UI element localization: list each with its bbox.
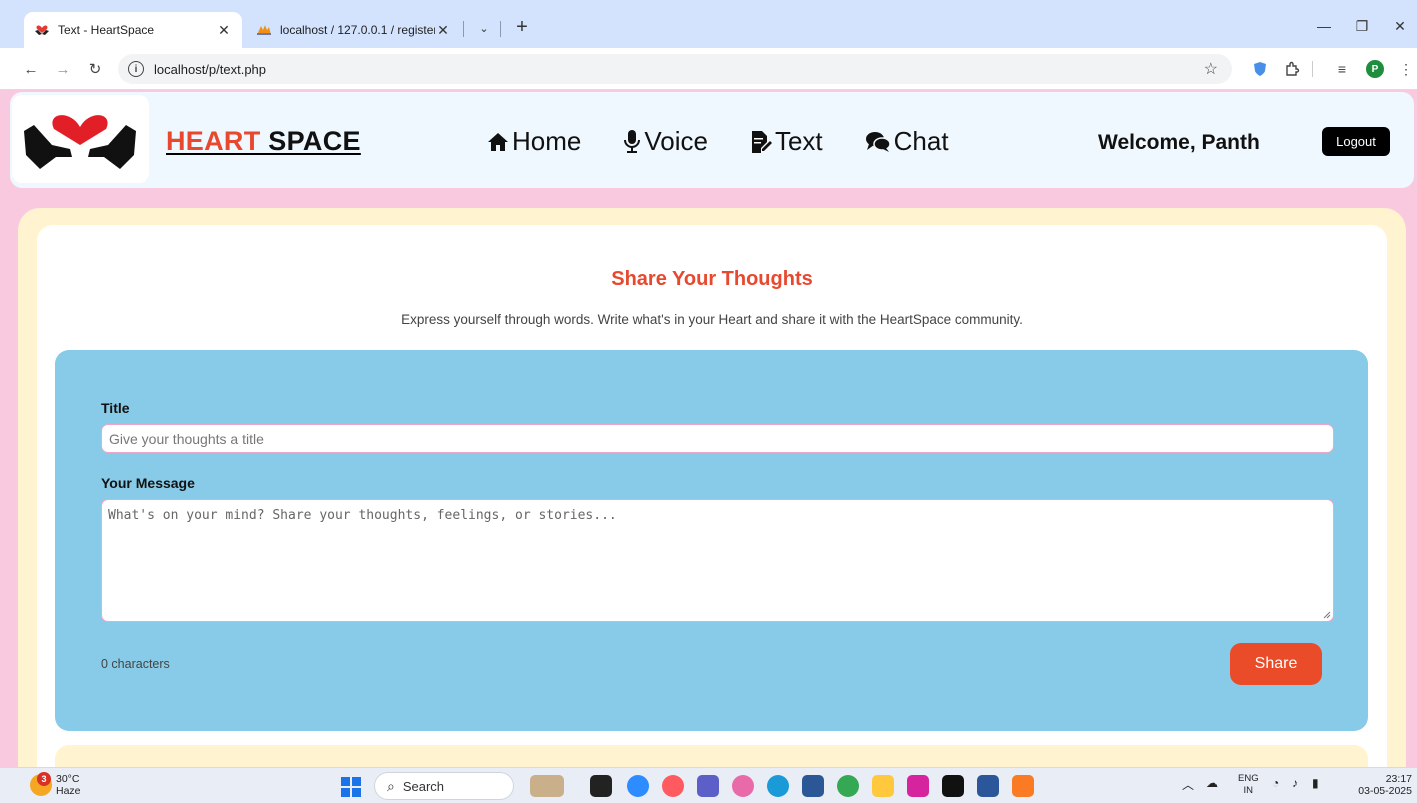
extensions-puzzle-icon[interactable] [1282,59,1302,79]
address-bar[interactable]: i localhost/p/text.php ☆ [118,54,1232,84]
browser-tab-bar: Text - HeartSpace ✕ localhost / 127.0.0.… [0,0,1417,48]
site-header: HEART SPACE Home Voice Text Chat Welcome… [10,92,1414,188]
windows-start-icon[interactable] [341,777,361,797]
phpmyadmin-favicon-icon [256,22,272,38]
nav-home-label: Home [512,126,582,156]
lang-line-2: IN [1243,785,1254,796]
back-arrow-icon[interactable]: ← [20,58,42,80]
search-label: Search [402,778,445,794]
weather-desc: Haze [56,785,81,797]
microphone-icon [624,129,641,153]
zoom-app-icon[interactable] [627,775,649,797]
page-subtitle: Express yourself through words. Write wh… [401,312,1023,327]
minimize-icon[interactable]: — [1310,16,1338,36]
word-icon[interactable] [977,775,999,797]
tab-text-heartspace[interactable]: Text - HeartSpace ✕ [24,12,242,48]
more-menu-icon[interactable]: ⋮ [1396,59,1416,79]
nav-text[interactable]: Text [750,126,823,157]
nav-home[interactable]: Home [487,126,581,157]
tab-title: localhost / 127.0.0.1 / register / [280,23,435,37]
close-window-icon[interactable]: ✕ [1386,16,1414,36]
brand-space: SPACE [260,126,361,156]
reload-icon[interactable]: ↻ [84,58,106,80]
weather-temp: 30°C [56,773,80,785]
weather-widget[interactable]: 3 30°C Haze [30,772,81,797]
xampp-icon[interactable] [1012,775,1034,797]
welcome-text: Welcome, Panth [1098,131,1260,154]
url-text: localhost/p/text.php [154,61,267,77]
weather-badge: 3 [37,772,51,786]
koala-widget-icon[interactable] [530,775,564,797]
message-textarea[interactable] [101,499,1334,622]
edge-icon[interactable] [767,775,789,797]
onedrive-icon[interactable]: ☁ [1206,776,1218,790]
resize-grip-icon[interactable] [1322,610,1331,619]
tab-title: Text - HeartSpace [58,23,155,37]
reading-list-icon[interactable]: ≡ [1332,59,1352,79]
wifi-icon[interactable]: ◔ [1272,776,1279,790]
tab-search-chevron-icon[interactable]: ⌄ [474,18,494,38]
document-edit-icon [751,130,772,153]
close-tab-icon[interactable]: ✕ [435,22,451,39]
weather-sun-icon: 3 [30,772,52,796]
teams-icon[interactable] [697,775,719,797]
show-hidden-icons-chevron-icon[interactable]: ︿ [1182,776,1194,793]
character-count: 0 characters [101,657,170,671]
toolbar-separator [1312,61,1313,77]
store-icon[interactable] [802,775,824,797]
heart-hands-favicon-icon [34,22,50,38]
brand-heart: HEART [166,126,261,156]
site-info-icon[interactable]: i [128,61,144,77]
profile-avatar[interactable]: P [1366,60,1384,78]
chrome-icon[interactable] [837,775,859,797]
logo[interactable] [12,95,149,183]
chat-bubbles-icon [865,131,891,152]
message-label: Your Message [101,475,195,491]
nav-text-label: Text [774,126,823,156]
browser-toolbar: ← → ↻ i localhost/p/text.php ☆ ≡ P ⋮ [0,48,1417,90]
main-nav: Home Voice Text Chat [487,126,991,157]
windows-taskbar: 3 30°C Haze ⌕ Search ︿ ☁ ENG IN ◔ ♪ ▮ 23… [0,767,1417,803]
clock-date: 03-05-2025 [1358,785,1412,797]
app-icon[interactable] [662,775,684,797]
search-icon: ⌕ [387,777,395,794]
page-title: Share Your Thoughts [611,268,813,290]
brand-title[interactable]: HEART SPACE [166,126,361,157]
home-icon [488,132,508,151]
nav-voice[interactable]: Voice [623,126,708,157]
nav-chat-label: Chat [893,126,949,156]
tab-separator [463,21,464,37]
battery-icon[interactable]: ▮ [1312,776,1319,790]
threads-icon[interactable] [942,775,964,797]
instagram-icon[interactable] [907,775,929,797]
language-indicator[interactable]: ENG IN [1238,773,1259,797]
taskbar-search[interactable]: ⌕ Search [374,772,514,800]
copilot-icon[interactable] [732,775,754,797]
page-viewport: HEART SPACE Home Voice Text Chat Welcome… [0,90,1417,767]
logout-button[interactable]: Logout [1322,127,1390,156]
heart-in-hands-logo-icon [24,115,136,169]
bookmark-star-icon[interactable]: ☆ [1204,59,1218,79]
nav-chat[interactable]: Chat [865,126,949,157]
clock-time: 23:17 [1385,773,1412,785]
forward-arrow-icon[interactable]: → [52,58,74,80]
system-clock[interactable]: 23:17 03-05-2025 [1350,773,1412,797]
title-label: Title [101,400,130,416]
share-button[interactable]: Share [1230,643,1322,685]
restore-icon[interactable]: ❐ [1348,16,1376,36]
task-view-icon[interactable] [590,775,612,797]
next-section-card [55,745,1368,767]
close-tab-icon[interactable]: ✕ [216,22,232,39]
shield-extension-icon[interactable] [1250,59,1270,79]
nav-voice-label: Voice [644,126,708,156]
title-input[interactable] [101,424,1334,453]
lang-line-1: ENG [1238,773,1259,784]
tab-phpmyadmin[interactable]: localhost / 127.0.0.1 / register / ✕ [246,12,461,48]
volume-icon[interactable]: ♪ [1292,776,1298,790]
file-explorer-icon[interactable] [872,775,894,797]
new-tab-button[interactable]: + [510,15,534,39]
tab-separator [500,21,501,37]
